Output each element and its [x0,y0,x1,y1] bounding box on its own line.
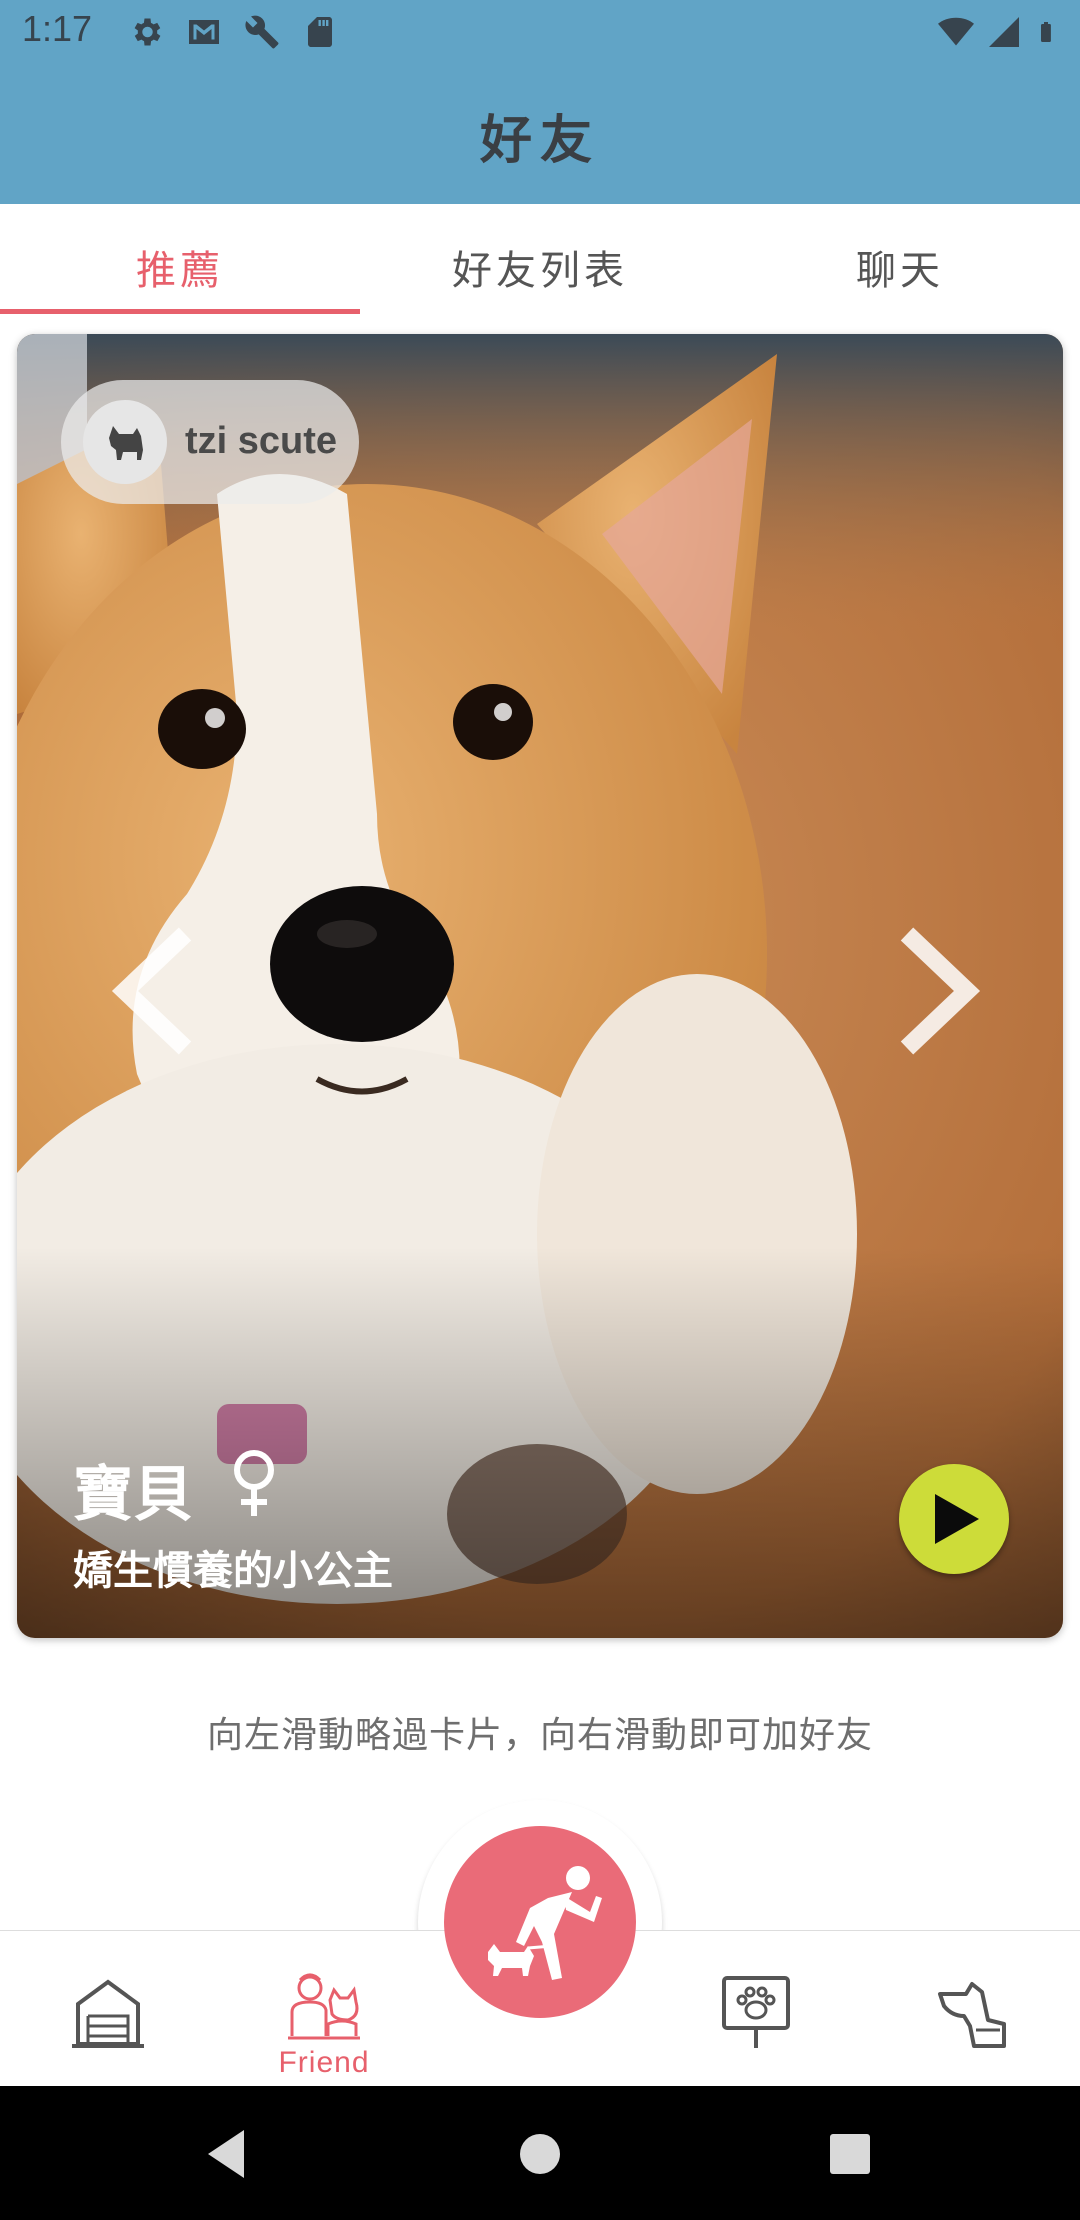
owner-avatar [83,400,167,484]
house-icon [72,1979,144,2048]
status-icons-right [938,14,1058,50]
nav-item-home[interactable] [48,1970,168,2070]
play-button[interactable] [899,1464,1009,1574]
nav-item-friend[interactable]: Friend [264,1970,384,2079]
battery-icon [1041,22,1051,42]
gmail-icon [189,20,219,44]
tab-chat[interactable]: 聊天 [720,204,1080,314]
next-arrow-icon[interactable] [885,926,985,1056]
home-icon[interactable] [510,2124,570,2184]
pet-name: 寶貝 [73,1460,193,1530]
wifi-icon [938,17,974,46]
friend-icon [288,1973,360,2040]
pet-description: 嬌生慣養的小公主 [73,1548,393,1594]
dog-profile-icon [938,1982,1006,2048]
status-time: 1:17 [22,8,93,49]
play-icon [935,1494,979,1544]
paw-sign-icon [722,1976,790,2048]
owner-name: tzi scute [185,420,338,462]
wrench-icon [245,15,279,49]
settings-icon [134,18,161,46]
nav-item-dog-profile[interactable] [912,1970,1032,2070]
status-icons-left [128,14,338,50]
tab-bar: 推薦 好友列表 聊天 [0,204,1080,314]
swipe-hint: 向左滑動略過卡片，向右滑動即可加好友 [206,1715,873,1756]
walk-fab-button[interactable] [444,1826,636,2018]
page-title: 好友 [479,111,600,171]
recents-icon[interactable] [820,2124,880,2184]
dog-avatar-icon [109,426,143,460]
status-bar: 1:17 [0,0,1080,64]
back-icon[interactable] [196,2124,256,2184]
walking-dog-icon [488,1866,602,1980]
owner-chip[interactable]: tzi scute [61,380,359,504]
nav-label-friend: Friend [278,2046,370,2079]
nav-item-paw-board[interactable] [696,1970,816,2070]
female-icon [234,1450,274,1516]
previous-arrow-icon[interactable] [107,926,207,1056]
app-bar: 好友 [0,64,1080,204]
tab-recommend[interactable]: 推薦 [0,204,360,314]
tab-friend-list[interactable]: 好友列表 [360,204,720,314]
system-nav-bar [0,2086,1080,2220]
pet-profile-card[interactable]: tzi scute 寶貝 嬌生慣養的小公主 [17,334,1063,1638]
signal-icon [989,17,1019,47]
sd-card-icon [308,17,332,47]
